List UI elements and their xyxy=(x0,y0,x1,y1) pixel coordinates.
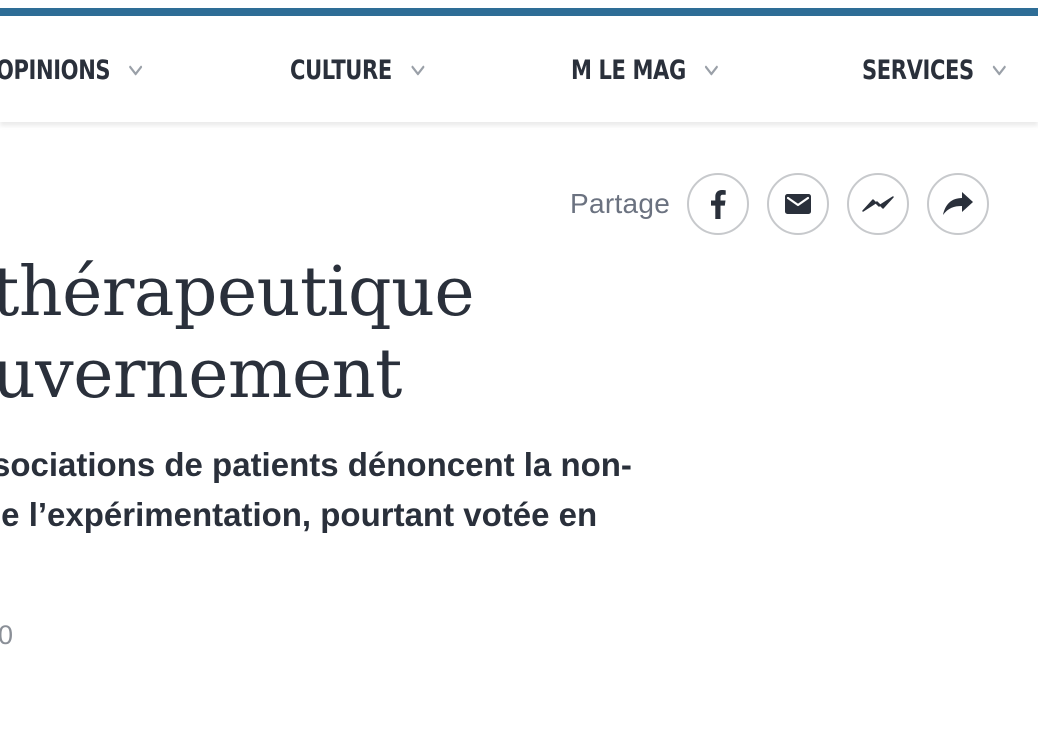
nav-item-m-le-mag[interactable]: M LE MAG xyxy=(571,52,722,88)
nav-item-label: M LE MAG xyxy=(571,54,686,86)
chevron-down-icon xyxy=(989,57,1009,83)
chevron-down-icon xyxy=(407,57,427,83)
share-arrow-icon xyxy=(942,191,974,217)
share-email-button[interactable] xyxy=(767,173,830,235)
share-facebook-button[interactable] xyxy=(687,173,750,235)
article-subtitle-line: sociations de patients dénoncent la non- xyxy=(0,446,632,483)
article-subtitle: sociations de patients dénoncent la non-… xyxy=(0,440,632,540)
chevron-down-icon xyxy=(126,57,146,83)
article-title-line: uvernement xyxy=(0,335,402,414)
share-more-button[interactable] xyxy=(927,173,990,235)
share-bar: Partage xyxy=(570,172,990,236)
nav-item-label: SERVICES xyxy=(862,54,974,86)
article-title-line: thérapeutique xyxy=(0,253,475,332)
mail-icon xyxy=(785,194,812,214)
share-messenger-button[interactable] xyxy=(847,173,910,235)
messenger-icon xyxy=(861,195,895,213)
main-navigation: OPINIONS CULTURE M LE MAG SERVICES xyxy=(0,16,1038,122)
article-subtitle-line: le l’expérimentation, pourtant votée en xyxy=(0,496,598,533)
article-title: thérapeutique uvernement xyxy=(0,252,475,416)
chevron-down-icon xyxy=(701,57,721,83)
nav-item-services[interactable]: SERVICES xyxy=(862,52,1010,88)
top-accent-bar xyxy=(0,8,1038,16)
share-label: Partage xyxy=(570,188,671,219)
nav-item-label: CULTURE xyxy=(290,54,392,86)
nav-item-culture[interactable]: CULTURE xyxy=(290,52,428,88)
nav-item-label: OPINIONS xyxy=(0,54,111,86)
nav-item-opinions[interactable]: OPINIONS xyxy=(0,52,146,88)
article-date: 0 xyxy=(0,620,14,650)
facebook-icon xyxy=(709,189,727,219)
